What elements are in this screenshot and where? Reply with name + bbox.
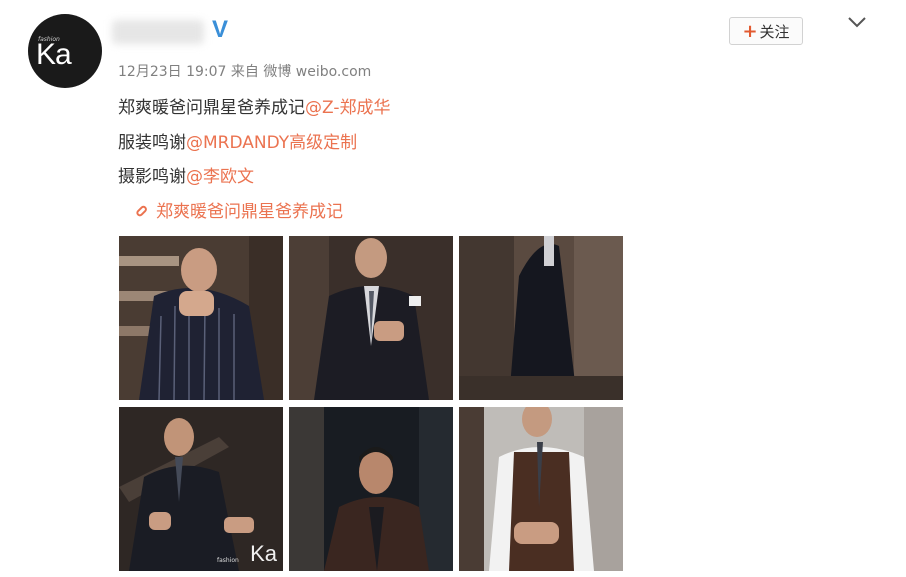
photo-6[interactable]: [459, 407, 623, 571]
post-text: 摄影鸣谢: [118, 167, 186, 187]
post-text: 郑爽暖爸问鼎星爸养成记: [118, 98, 305, 118]
mention-link[interactable]: @Z-郑成华: [305, 98, 390, 118]
blurred-username[interactable]: [112, 20, 204, 44]
mention-link[interactable]: @MRDANDY高级定制: [186, 133, 357, 153]
photo-grid: fashion Ka: [119, 236, 625, 572]
photo-5[interactable]: [289, 407, 453, 571]
mention-link[interactable]: @李欧文: [186, 167, 254, 187]
post-line-1: 郑爽暖爸问鼎星爸养成记@Z-郑成华: [118, 93, 390, 118]
post-meta: 12月23日 19:07 来自 微博 weibo.com: [118, 64, 372, 80]
post-line-2: 服装鸣谢@MRDANDY高级定制: [118, 128, 357, 153]
avatar[interactable]: fashion Ka: [28, 14, 102, 88]
post-text: 服装鸣谢: [118, 133, 186, 153]
chevron-down-icon[interactable]: [846, 14, 868, 30]
follow-button[interactable]: + 关注: [729, 17, 803, 45]
watermark-logo: Ka: [250, 541, 277, 566]
avatar-logo: Ka: [36, 38, 72, 71]
photo-3[interactable]: [459, 236, 623, 400]
article-link-text: 郑爽暖爸问鼎星爸养成记: [156, 202, 343, 222]
follow-label: 关注: [759, 22, 790, 41]
plus-icon: +: [742, 20, 758, 42]
article-link[interactable]: 郑爽暖爸问鼎星爸养成记: [134, 197, 343, 222]
photo-1[interactable]: [119, 236, 283, 400]
svg-text:fashion: fashion: [217, 557, 239, 564]
link-icon: [136, 205, 147, 216]
photo-4[interactable]: fashion Ka: [119, 407, 283, 571]
photo-2[interactable]: [289, 236, 453, 400]
post-line-3: 摄影鸣谢@李欧文: [118, 162, 254, 187]
verified-icon: V: [212, 16, 229, 43]
